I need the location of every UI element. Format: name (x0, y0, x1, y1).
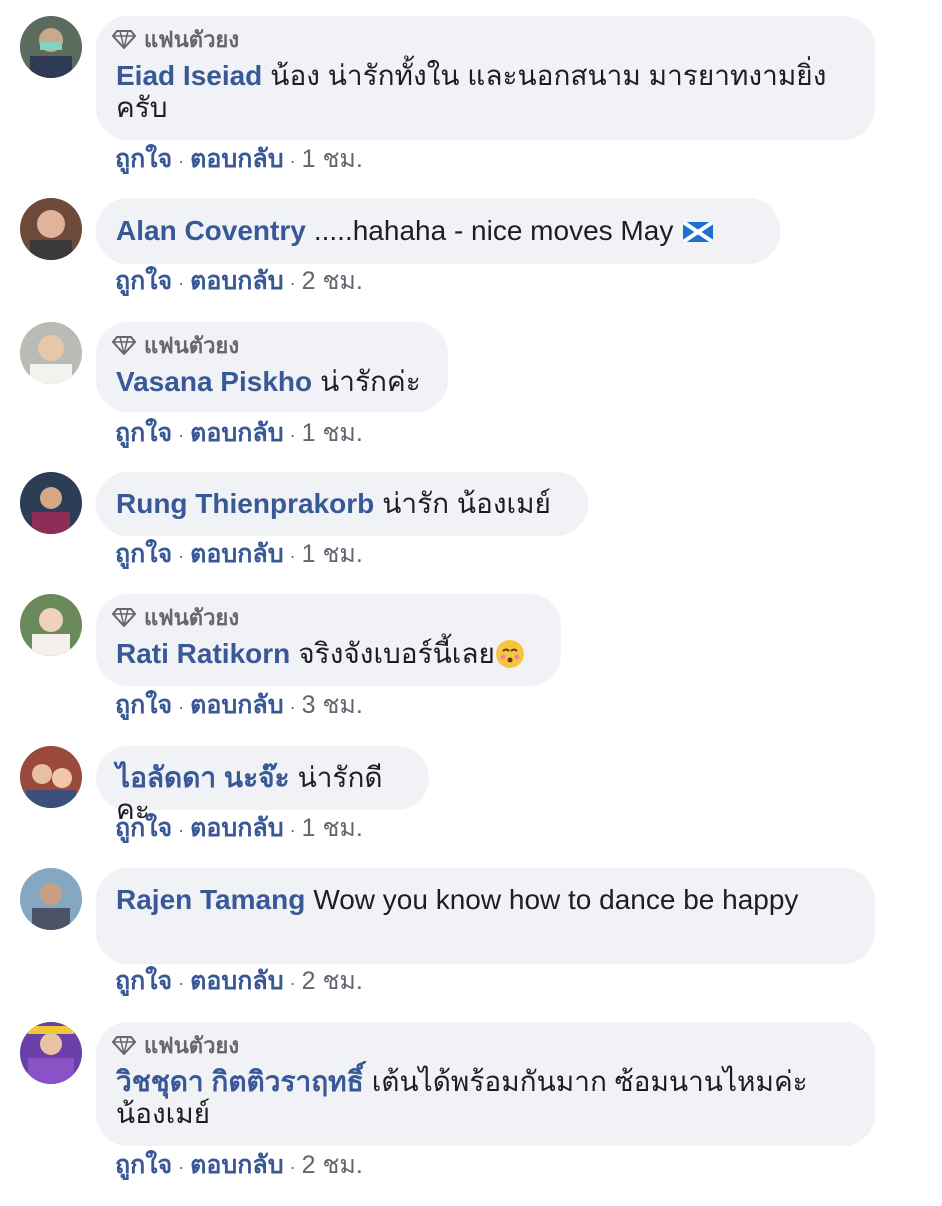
comment-time[interactable]: 1 ชม. (302, 419, 363, 447)
comment-author[interactable]: Eiad Iseiad (116, 60, 262, 91)
comment-body: จริงจังเบอร์นี้เลย (298, 638, 495, 669)
comment-actions: ถูกใจ · ตอบกลับ · 3 ชม. (115, 690, 363, 722)
separator: · (178, 697, 185, 717)
comment-text: Vasana Piskho น่ารักค่ะ (116, 366, 428, 398)
fan-badge-label: แฟนตัวยง (144, 26, 240, 52)
like-link[interactable]: ถูกใจ (115, 691, 172, 719)
avatar[interactable] (20, 1022, 82, 1084)
comment-bubble: แฟนตัวยง Rati Ratikorn จริงจังเบอร์นี้เลย (96, 594, 561, 686)
comment-text: Rung Thienprakorb น่ารัก น้องเมย์ (116, 488, 568, 520)
comment-body: น่ารักค่ะ (320, 366, 421, 397)
scotland-flag-icon (683, 222, 714, 242)
like-link[interactable]: ถูกใจ (115, 1151, 172, 1179)
fan-badge: แฟนตัวยง (112, 604, 239, 630)
comment-time[interactable]: 1 ชม. (302, 814, 363, 842)
comment-actions: ถูกใจ · ตอบกลับ · 2 ชม. (115, 266, 363, 298)
avatar[interactable] (20, 868, 82, 930)
fan-badge: แฟนตัวยง (112, 332, 239, 358)
comment-time[interactable]: 2 ชม. (302, 1151, 363, 1179)
comment-text: วิชชุดา กิตติวราฤทธิ์ เต้นได้พร้อมกันมาก … (116, 1066, 855, 1130)
comment-time[interactable]: 1 ชม. (302, 145, 363, 173)
avatar[interactable] (20, 322, 82, 384)
reply-link[interactable]: ตอบกลับ (190, 1151, 283, 1179)
separator: · (289, 1157, 296, 1177)
comment-text: Rati Ratikorn จริงจังเบอร์นี้เลย (116, 638, 541, 670)
comment-author[interactable]: Rung Thienprakorb (116, 488, 374, 519)
reply-link[interactable]: ตอบกลับ (190, 814, 283, 842)
comment-bubble: แฟนตัวยง Vasana Piskho น่ารักค่ะ (96, 322, 448, 412)
comment-bubble: Rajen Tamang Wow you know how to dance be… (96, 868, 875, 964)
comment-body: Wow you know how to dance be happy (313, 884, 799, 915)
reply-link[interactable]: ตอบกลับ (190, 967, 283, 995)
comment-bubble: ไอลัดดา นะจ๊ะ น่ารักดีคะ (96, 746, 429, 825)
reply-link[interactable]: ตอบกลับ (190, 540, 283, 568)
comment-bubble: แฟนตัวยง Eiad Iseiad น้อง น่ารักทั้งใน แล… (96, 16, 875, 140)
like-link[interactable]: ถูกใจ (115, 267, 172, 295)
fan-badge-label: แฟนตัวยง (144, 332, 240, 358)
separator: · (289, 151, 296, 171)
comment-actions: ถูกใจ · ตอบกลับ · 1 ชม. (115, 418, 363, 450)
separator: · (289, 273, 296, 293)
comment-time[interactable]: 3 ชม. (302, 691, 363, 719)
comment-bubble: Rung Thienprakorb น่ารัก น้องเมย์ (96, 472, 588, 536)
comment-actions: ถูกใจ · ตอบกลับ · 1 ชม. (115, 813, 363, 845)
comment-actions: ถูกใจ · ตอบกลับ · 2 ชม. (115, 1150, 363, 1182)
fan-badge: แฟนตัวยง (112, 1032, 239, 1058)
comment-author[interactable]: Vasana Piskho (116, 366, 312, 397)
comment-actions: ถูกใจ · ตอบกลับ · 1 ชม. (115, 144, 363, 176)
separator: · (178, 973, 185, 993)
comment-time[interactable]: 2 ชม. (302, 267, 363, 295)
fan-badge: แฟนตัวยง (112, 26, 239, 52)
reply-link[interactable]: ตอบกลับ (190, 691, 283, 719)
comment-actions: ถูกใจ · ตอบกลับ · 1 ชม. (115, 539, 363, 571)
diamond-icon (112, 336, 136, 355)
comment-author[interactable]: วิชชุดา กิตติวราฤทธิ์ (116, 1066, 364, 1097)
like-link[interactable]: ถูกใจ (115, 967, 172, 995)
avatar[interactable] (20, 472, 82, 534)
comment-body: .....hahaha - nice moves May (313, 215, 674, 246)
like-link[interactable]: ถูกใจ (115, 145, 172, 173)
like-link[interactable]: ถูกใจ (115, 814, 172, 842)
avatar[interactable] (20, 746, 82, 808)
separator: · (178, 820, 185, 840)
separator: · (178, 151, 185, 171)
like-link[interactable]: ถูกใจ (115, 419, 172, 447)
comment-text: Alan Coventry .....hahaha - nice moves Ma… (116, 215, 760, 247)
separator: · (178, 273, 185, 293)
comment-bubble: แฟนตัวยง วิชชุดา กิตติวราฤทธิ์ เต้นได้พร้… (96, 1022, 875, 1146)
separator: · (178, 1157, 185, 1177)
separator: · (289, 425, 296, 445)
reply-link[interactable]: ตอบกลับ (190, 145, 283, 173)
separator: · (289, 973, 296, 993)
separator: · (178, 425, 185, 445)
comment-actions: ถูกใจ · ตอบกลับ · 2 ชม. (115, 966, 363, 998)
separator: · (289, 697, 296, 717)
like-link[interactable]: ถูกใจ (115, 540, 172, 568)
comment-body: น่ารัก น้องเมย์ (382, 488, 551, 519)
separator: · (289, 546, 296, 566)
diamond-icon (112, 1036, 136, 1055)
separator: · (289, 820, 296, 840)
fan-badge-label: แฟนตัวยง (144, 604, 240, 630)
reply-link[interactable]: ตอบกลับ (190, 419, 283, 447)
fan-badge-label: แฟนตัวยง (144, 1032, 240, 1058)
diamond-icon (112, 30, 136, 49)
comment-time[interactable]: 1 ชม. (302, 540, 363, 568)
avatar[interactable] (20, 16, 82, 78)
separator: · (178, 546, 185, 566)
comment-text: Rajen Tamang Wow you know how to dance be… (116, 884, 855, 916)
comment-author[interactable]: Rati Ratikorn (116, 638, 290, 669)
kissing-face-emoji (495, 640, 524, 668)
comment-author[interactable]: ไอลัดดา นะจ๊ะ (116, 762, 290, 793)
comment-time[interactable]: 2 ชม. (302, 967, 363, 995)
comment-bubble: Alan Coventry .....hahaha - nice moves Ma… (96, 198, 780, 264)
comment-text: Eiad Iseiad น้อง น่ารักทั้งใน และนอกสนาม … (116, 60, 855, 124)
avatar[interactable] (20, 594, 82, 656)
avatar[interactable] (20, 198, 82, 260)
comment-author[interactable]: Alan Coventry (116, 215, 306, 246)
comment-author[interactable]: Rajen Tamang (116, 884, 305, 915)
reply-link[interactable]: ตอบกลับ (190, 267, 283, 295)
diamond-icon (112, 608, 136, 627)
